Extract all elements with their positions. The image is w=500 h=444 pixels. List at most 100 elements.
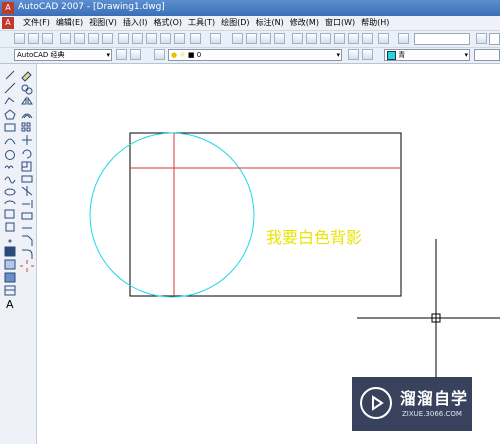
offset-icon bbox=[21, 113, 33, 119]
3d-publish-icon[interactable] bbox=[102, 33, 113, 44]
workspace-settings-icon[interactable] bbox=[116, 49, 127, 60]
text-style-icon[interactable] bbox=[398, 33, 409, 44]
polyline-icon bbox=[4, 97, 15, 105]
dimension-style-dropdown[interactable] bbox=[489, 33, 500, 45]
drawn-text[interactable]: 我要白色背影 bbox=[266, 224, 362, 248]
menu-help[interactable]: 帮助(H) bbox=[358, 17, 392, 29]
circle-icon bbox=[5, 150, 15, 160]
construction-line-icon bbox=[4, 82, 16, 94]
make-object-layer-current-icon[interactable] bbox=[348, 49, 359, 60]
workspace-select[interactable]: AutoCAD 经典 ▾ bbox=[14, 49, 112, 61]
help-icon[interactable] bbox=[378, 33, 389, 44]
color-select[interactable]: 青 ▾ bbox=[384, 49, 470, 61]
menu-insert[interactable]: 插入(I) bbox=[120, 17, 151, 29]
print-preview-icon[interactable] bbox=[74, 33, 85, 44]
extend-icon bbox=[22, 200, 33, 208]
ellipse-icon bbox=[4, 188, 16, 196]
explode-icon bbox=[20, 260, 34, 272]
open-file-icon[interactable] bbox=[28, 33, 39, 44]
chevron-down-icon: ▾ bbox=[336, 51, 340, 59]
quickcalc-icon[interactable] bbox=[362, 33, 373, 44]
multiline-text-icon: A bbox=[6, 298, 14, 311]
layer-manager-icon[interactable] bbox=[154, 49, 165, 60]
mirror-icon bbox=[21, 96, 33, 105]
draw-modify-toolbars: A bbox=[0, 64, 49, 444]
menu-draw[interactable]: 绘图(D) bbox=[218, 17, 252, 29]
chevron-down-icon: ▾ bbox=[106, 51, 110, 59]
fillet-icon bbox=[22, 249, 33, 259]
tool-icons: A bbox=[4, 70, 34, 311]
crosshair-cursor bbox=[357, 239, 500, 378]
menu-bar: A 文件(F) 编辑(E) 视图(V) 插入(I) 格式(O) 工具(T) 绘图… bbox=[0, 16, 500, 31]
menu-view[interactable]: 视图(V) bbox=[86, 17, 120, 29]
layer-select[interactable]: ● ☼ ■ 0 ▾ bbox=[168, 49, 342, 61]
break-icon bbox=[21, 212, 33, 220]
watermark-title: 溜溜自学 bbox=[400, 389, 469, 408]
ellipse-arc-icon bbox=[4, 200, 16, 205]
rotate-icon bbox=[22, 149, 32, 159]
properties-icon[interactable] bbox=[292, 33, 303, 44]
layer-previous-icon[interactable] bbox=[362, 49, 373, 60]
design-center-icon[interactable] bbox=[306, 33, 317, 44]
color-select-value: 青 bbox=[398, 51, 406, 59]
publish-icon[interactable] bbox=[88, 33, 99, 44]
drawn-rectangle[interactable] bbox=[129, 132, 402, 297]
menu-dimension[interactable]: 标注(N) bbox=[253, 17, 287, 29]
zoom-realtime-icon[interactable] bbox=[246, 33, 257, 44]
lock-icon: ■ bbox=[187, 51, 195, 59]
cut-icon[interactable] bbox=[118, 33, 129, 44]
trim-icon bbox=[21, 186, 33, 196]
autocad-app-icon[interactable]: A bbox=[2, 2, 14, 14]
menu-items: 文件(F) 编辑(E) 视图(V) 插入(I) 格式(O) 工具(T) 绘图(D… bbox=[20, 17, 392, 29]
menu-file[interactable]: 文件(F) bbox=[20, 17, 53, 29]
match-properties-icon[interactable] bbox=[160, 33, 171, 44]
menu-edit[interactable]: 编辑(E) bbox=[53, 17, 86, 29]
move-icon bbox=[22, 135, 32, 145]
polygon-icon bbox=[4, 109, 16, 120]
revision-cloud-icon bbox=[4, 165, 14, 170]
menu-tools[interactable]: 工具(T) bbox=[185, 17, 218, 29]
save-icon[interactable] bbox=[42, 33, 53, 44]
menu-format[interactable]: 格式(O) bbox=[150, 17, 185, 29]
sheet-set-icon[interactable] bbox=[334, 33, 345, 44]
stretch-icon bbox=[21, 175, 33, 183]
new-file-icon[interactable] bbox=[14, 33, 25, 44]
menu-modify[interactable]: 修改(M) bbox=[287, 17, 322, 29]
menu-window[interactable]: 窗口(W) bbox=[322, 17, 358, 29]
text-style-dropdown[interactable] bbox=[414, 33, 470, 45]
erase-icon bbox=[21, 71, 32, 82]
drawn-circle[interactable] bbox=[89, 132, 255, 298]
block-editor-icon[interactable] bbox=[174, 33, 185, 44]
layer-properties-icon[interactable] bbox=[130, 49, 141, 60]
dimension-style-icon[interactable] bbox=[476, 33, 487, 44]
chamfer-icon bbox=[22, 235, 33, 246]
point-icon bbox=[8, 239, 12, 243]
chevron-down-icon: ▾ bbox=[464, 51, 468, 59]
pan-icon[interactable] bbox=[232, 33, 243, 44]
markup-icon[interactable] bbox=[348, 33, 359, 44]
undo-icon[interactable] bbox=[190, 33, 201, 44]
lightbulb-icon: ● bbox=[171, 51, 178, 59]
rectangle-icon bbox=[4, 123, 16, 132]
redo-icon[interactable] bbox=[210, 33, 221, 44]
sun-icon: ☼ bbox=[179, 51, 186, 59]
line-icon bbox=[5, 70, 15, 80]
copy-icon[interactable] bbox=[132, 33, 143, 44]
array-icon bbox=[21, 122, 31, 132]
zoom-previous-icon[interactable] bbox=[274, 33, 285, 44]
paste-icon[interactable] bbox=[146, 33, 157, 44]
window-titlebar: A AutoCAD 2007 - [Drawing1.dwg] bbox=[0, 0, 500, 16]
site-watermark: 溜溜自学 ZIXUE.3066.COM bbox=[352, 377, 472, 431]
tool-palettes-icon[interactable] bbox=[320, 33, 331, 44]
copy-object-icon bbox=[21, 84, 33, 95]
watermark-url: ZIXUE.3066.COM bbox=[402, 410, 462, 418]
gradient-icon bbox=[4, 259, 16, 270]
make-block-icon bbox=[5, 222, 15, 232]
table-icon bbox=[4, 285, 16, 296]
linetype-select[interactable] bbox=[474, 49, 500, 61]
document-menu-icon[interactable]: A bbox=[2, 17, 14, 29]
zoom-window-icon[interactable] bbox=[260, 33, 271, 44]
hatch-icon bbox=[4, 246, 16, 257]
insert-block-icon bbox=[4, 209, 15, 219]
print-icon[interactable] bbox=[60, 33, 71, 44]
